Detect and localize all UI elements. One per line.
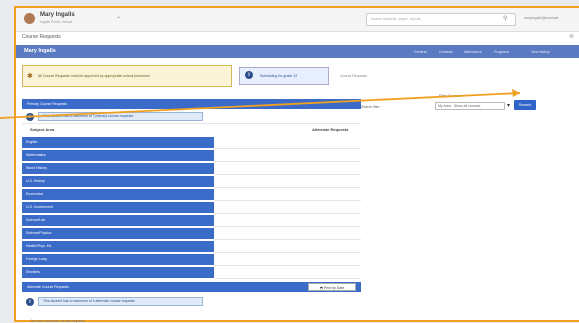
annotation-arrow [0, 89, 521, 119]
arrow-line [0, 92, 521, 119]
page: { "header": { "user_name": "Mary Ingalls… [0, 0, 579, 323]
arrow-head [512, 89, 520, 97]
